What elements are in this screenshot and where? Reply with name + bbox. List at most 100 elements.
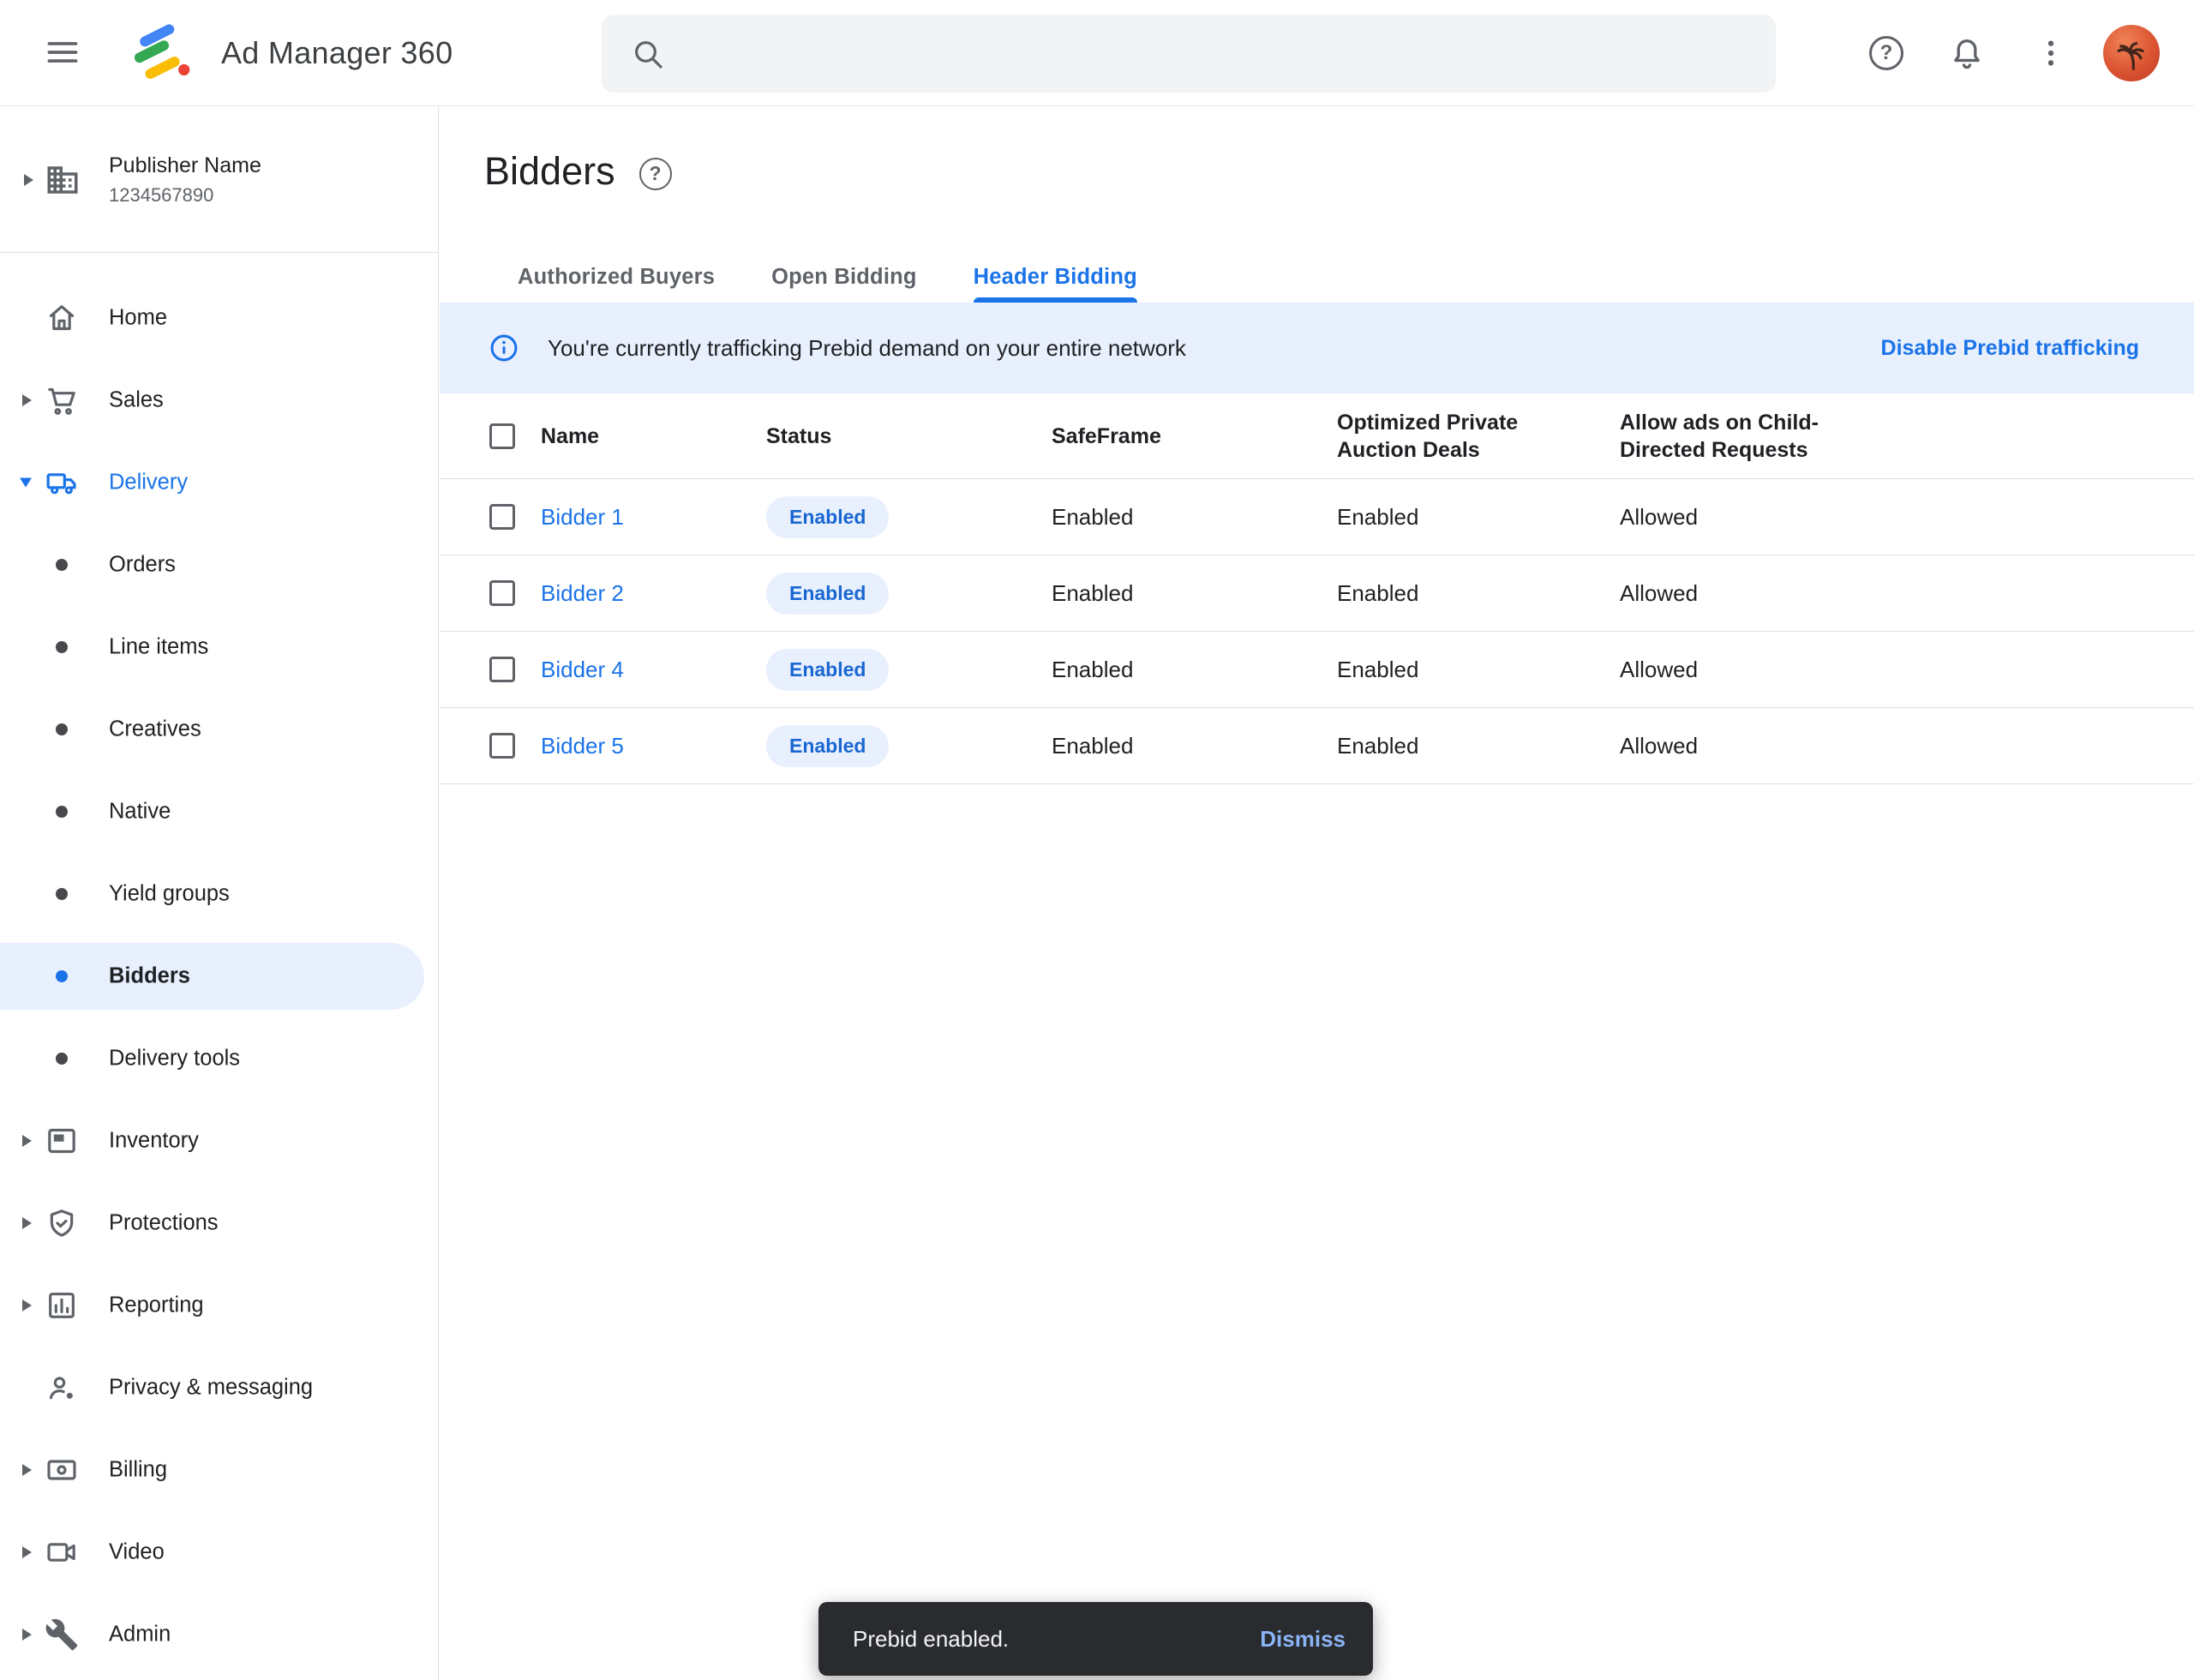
help-icon: ? (1869, 36, 1903, 70)
main-content: Bidders ? Authorized Buyers Open Bidding… (440, 107, 2194, 1680)
kebab-icon (2034, 36, 2068, 70)
sidebar-item-privacy-messaging[interactable]: Privacy & messaging (0, 1347, 438, 1429)
sidebar: Publisher Name 1234567890 Home Sales Del… (0, 107, 439, 1680)
disable-prebid-link[interactable]: Disable Prebid trafficking (1881, 336, 2139, 361)
avatar[interactable] (2103, 25, 2160, 81)
column-header-safeframe: SafeFrame (1052, 423, 1337, 450)
sidebar-item-bidders[interactable]: Bidders (0, 935, 438, 1017)
help-icon: ? (650, 162, 662, 185)
building-icon (45, 162, 81, 198)
sidebar-item-delivery-tools[interactable]: Delivery tools (0, 1017, 438, 1100)
info-banner: You're currently trafficking Prebid dema… (440, 303, 2194, 393)
search-bar[interactable] (602, 15, 1776, 93)
sidebar-item-yield-groups[interactable]: Yield groups (0, 853, 438, 935)
tab-header-bidding[interactable]: Header Bidding (974, 264, 1137, 303)
bar-chart-icon (45, 1288, 79, 1323)
shopping-cart-icon (45, 383, 79, 417)
column-header-name: Name (541, 423, 766, 450)
menu-button[interactable] (36, 26, 89, 79)
column-header-child-directed: Allow ads on Child- Directed Requests (1620, 409, 2194, 464)
bidder-link[interactable]: Bidder 4 (541, 657, 624, 682)
bullet-icon (56, 806, 68, 818)
table-header-row: Name Status SafeFrame Optimized Private … (440, 393, 2194, 479)
sidebar-item-sales[interactable]: Sales (0, 359, 438, 441)
status-badge: Enabled (766, 725, 889, 767)
app-title: Ad Manager 360 (221, 35, 453, 71)
sidebar-item-billing[interactable]: Billing (0, 1429, 438, 1511)
table-row: Bidder 5 Enabled Enabled Enabled Allowed (440, 708, 2194, 784)
arrow-right-icon (22, 394, 32, 406)
sidebar-item-video[interactable]: Video (0, 1511, 438, 1593)
notifications-button[interactable] (1939, 25, 1995, 81)
publisher-selector[interactable]: Publisher Name 1234567890 (0, 107, 438, 253)
child-directed-cell: Allowed (1620, 580, 2194, 607)
palm-tree-icon (2112, 33, 2151, 73)
bullet-icon (56, 888, 68, 900)
bidder-link[interactable]: Bidder 1 (541, 504, 624, 530)
bidder-link[interactable]: Bidder 5 (541, 733, 624, 759)
snackbar-dismiss-button[interactable]: Dismiss (1260, 1626, 1346, 1653)
top-app-bar: Ad Manager 360 ? (0, 0, 2194, 106)
wrench-icon (45, 1617, 79, 1652)
select-all-checkbox[interactable] (489, 423, 515, 449)
tab-open-bidding[interactable]: Open Bidding (771, 264, 917, 303)
row-checkbox[interactable] (489, 733, 515, 759)
optimized-deals-cell: Enabled (1337, 733, 1620, 759)
bullet-icon (56, 970, 68, 982)
snackbar: Prebid enabled. Dismiss (818, 1602, 1373, 1676)
table-row: Bidder 4 Enabled Enabled Enabled Allowed (440, 632, 2194, 708)
safeframe-cell: Enabled (1052, 733, 1337, 759)
video-camera-icon (45, 1535, 79, 1569)
row-checkbox[interactable] (489, 504, 515, 530)
tab-authorized-buyers[interactable]: Authorized Buyers (518, 264, 715, 303)
bullet-icon (56, 723, 68, 735)
payment-card-icon (45, 1453, 79, 1487)
safeframe-cell: Enabled (1052, 657, 1337, 683)
status-badge: Enabled (766, 649, 889, 691)
person-icon (45, 1371, 79, 1405)
publisher-name: Publisher Name (109, 153, 261, 178)
sidebar-item-inventory[interactable]: Inventory (0, 1100, 438, 1182)
column-header-optimized-deals: Optimized Private Auction Deals (1337, 409, 1620, 464)
row-checkbox[interactable] (489, 580, 515, 606)
arrow-right-icon (22, 1629, 32, 1641)
page-help-button[interactable]: ? (639, 158, 672, 190)
hamburger-icon (44, 33, 81, 71)
help-button[interactable]: ? (1858, 25, 1915, 81)
sidebar-item-protections[interactable]: Protections (0, 1182, 438, 1264)
arrow-down-icon (20, 478, 32, 488)
sidebar-item-home[interactable]: Home (0, 277, 438, 359)
search-icon (631, 37, 665, 71)
bell-icon (1949, 35, 1985, 71)
sidebar-item-admin[interactable]: Admin (0, 1593, 438, 1676)
row-checkbox[interactable] (489, 657, 515, 682)
status-badge: Enabled (766, 496, 889, 538)
optimized-deals-cell: Enabled (1337, 657, 1620, 683)
sidebar-item-line-items[interactable]: Line items (0, 606, 438, 688)
sidebar-item-orders[interactable]: Orders (0, 524, 438, 606)
tab-bar: Authorized Buyers Open Bidding Header Bi… (440, 264, 2194, 303)
bullet-icon (56, 641, 68, 653)
column-header-status: Status (766, 423, 1052, 450)
sidebar-item-native[interactable]: Native (0, 771, 438, 853)
snackbar-message: Prebid enabled. (853, 1626, 1260, 1653)
sidebar-item-reporting[interactable]: Reporting (0, 1264, 438, 1347)
arrow-right-icon (24, 174, 33, 186)
sidebar-item-creatives[interactable]: Creatives (0, 688, 438, 771)
info-icon (488, 332, 520, 364)
arrow-right-icon (22, 1546, 32, 1558)
sidebar-item-delivery[interactable]: Delivery (0, 441, 438, 524)
bullet-icon (56, 1053, 68, 1065)
delivery-truck-icon (45, 465, 79, 500)
bidder-link[interactable]: Bidder 2 (541, 580, 624, 606)
child-directed-cell: Allowed (1620, 733, 2194, 759)
safeframe-cell: Enabled (1052, 504, 1337, 531)
table-row: Bidder 2 Enabled Enabled Enabled Allowed (440, 555, 2194, 632)
more-options-button[interactable] (2023, 25, 2079, 81)
page-title: Bidders (484, 148, 615, 195)
status-badge: Enabled (766, 573, 889, 615)
shield-icon (45, 1206, 79, 1240)
optimized-deals-cell: Enabled (1337, 580, 1620, 607)
search-input[interactable] (687, 39, 1747, 69)
banner-message: You're currently trafficking Prebid dema… (548, 335, 1881, 362)
